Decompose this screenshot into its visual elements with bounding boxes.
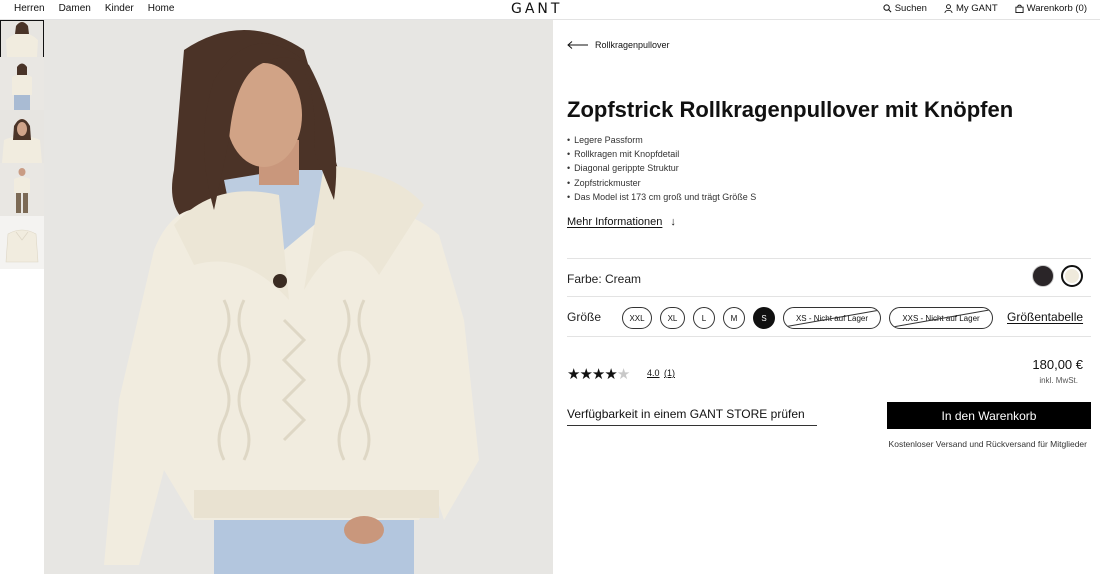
back-link[interactable]: Rollkragenpullover xyxy=(567,40,670,50)
size-xs-unavailable[interactable]: XS - Nicht auf Lager xyxy=(783,307,881,329)
color-swatch-dark[interactable] xyxy=(1032,265,1054,287)
rating-value[interactable]: 4.0 xyxy=(647,368,660,378)
search-icon xyxy=(883,4,892,13)
price: 180,00 € xyxy=(1032,357,1083,372)
feature-item: Zopfstrickmuster xyxy=(567,176,756,190)
size-label: Größe xyxy=(567,310,602,324)
divider xyxy=(567,296,1091,297)
thumbnail-strip xyxy=(0,20,44,574)
account-button[interactable]: My GANT xyxy=(944,3,998,14)
thumbnail-5[interactable] xyxy=(0,216,44,269)
account-label: My GANT xyxy=(955,3,998,14)
star-icon: ★ xyxy=(604,366,617,383)
star-icon: ★ xyxy=(579,366,592,383)
size-xxl[interactable]: XXL xyxy=(622,307,652,329)
star-icon: ★ xyxy=(591,366,605,383)
thumbnail-2[interactable] xyxy=(0,57,44,110)
feature-list: Legere Passform Rollkragen mit Knopfdeta… xyxy=(567,133,756,204)
color-swatch-cream[interactable] xyxy=(1061,265,1083,287)
cart-header-label: Warenkorb (0) xyxy=(1026,3,1087,14)
product-image[interactable] xyxy=(44,20,553,574)
nav-herren[interactable]: Herren xyxy=(14,3,45,14)
search-button[interactable]: Suchen xyxy=(883,3,927,14)
user-icon xyxy=(944,4,953,13)
feature-item: Das Model ist 173 cm groß und trägt Größ… xyxy=(567,190,756,204)
star-empty-icon: ★ xyxy=(616,366,630,383)
divider xyxy=(567,336,1091,337)
product-title: Zopfstrick Rollkragenpullover mit Knöpfe… xyxy=(567,97,1014,122)
size-l[interactable]: L xyxy=(693,307,715,329)
store-availability-link[interactable]: Verfügbarkeit in einem GANT STORE prüfen xyxy=(567,407,817,426)
header-tools: Suchen My GANT Warenkorb (0) xyxy=(883,3,1087,14)
size-m[interactable]: M xyxy=(723,307,745,329)
star-icon: ★ xyxy=(567,366,580,383)
size-xxs-unavailable[interactable]: XXS - Nicht auf Lager xyxy=(889,307,993,329)
top-header: Herren Damen Kinder Home GANT Suchen My … xyxy=(0,0,1100,20)
vat-note: inkl. MwSt. xyxy=(1039,376,1078,385)
divider xyxy=(567,258,1091,259)
more-info-link[interactable]: Mehr Informationen ↓ xyxy=(567,216,676,228)
arrow-down-icon: ↓ xyxy=(670,216,676,228)
back-link-label: Rollkragenpullover xyxy=(595,40,670,50)
search-label: Suchen xyxy=(894,3,927,14)
more-info-label: Mehr Informationen xyxy=(567,216,663,228)
feature-item: Legere Passform xyxy=(567,133,756,147)
shipping-note: Kostenloser Versand und Rückversand für … xyxy=(888,439,1087,449)
nav-home[interactable]: Home xyxy=(148,3,175,14)
rating-stars: ★★★★★ xyxy=(567,365,630,383)
rating-count[interactable]: (1) xyxy=(664,368,675,378)
add-to-cart-button[interactable]: In den Warenkorb xyxy=(887,402,1091,429)
thumbnail-4[interactable] xyxy=(0,163,44,216)
feature-item: Rollkragen mit Knopfdetail xyxy=(567,147,756,161)
bag-icon xyxy=(1015,4,1024,13)
size-xl[interactable]: XL xyxy=(660,307,685,329)
thumbnail-3[interactable] xyxy=(0,110,44,163)
arrow-left-icon xyxy=(567,41,588,49)
nav-kinder[interactable]: Kinder xyxy=(105,3,134,14)
color-label: Farbe: Cream xyxy=(567,272,642,286)
feature-item: Diagonal gerippte Struktur xyxy=(567,161,756,175)
size-s[interactable]: S xyxy=(753,307,775,329)
main-nav: Herren Damen Kinder Home xyxy=(14,3,174,14)
size-chart-link[interactable]: Größentabelle xyxy=(1007,310,1083,324)
nav-damen[interactable]: Damen xyxy=(59,3,91,14)
gant-logo[interactable]: GANT xyxy=(511,1,562,17)
cart-header-button[interactable]: Warenkorb (0) xyxy=(1015,3,1087,14)
